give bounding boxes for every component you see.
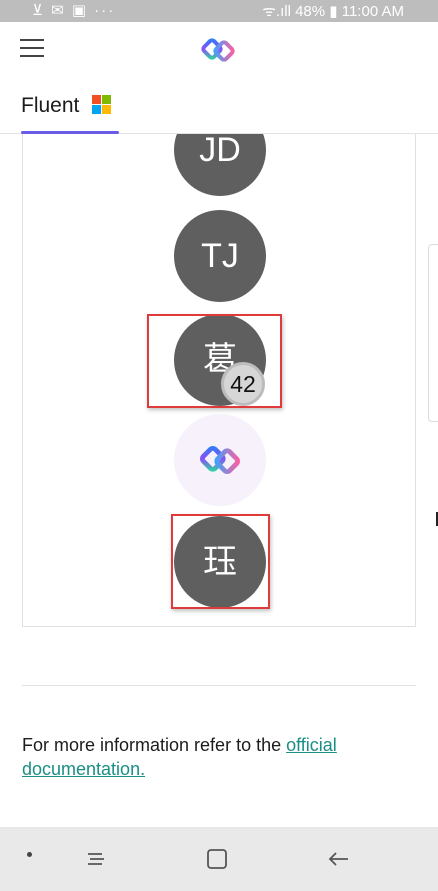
hamburger-menu-icon[interactable] bbox=[20, 39, 44, 59]
footer-text: For more information refer to the bbox=[22, 735, 287, 755]
home-icon[interactable] bbox=[199, 841, 235, 877]
status-right: ᯤ.ıll 48% ▮ 11:00 AM bbox=[262, 1, 404, 21]
battery-icon: ▮ bbox=[329, 3, 338, 20]
system-nav-bar bbox=[0, 827, 438, 891]
back-icon[interactable] bbox=[321, 841, 357, 877]
fluent-logo-icon bbox=[201, 38, 235, 62]
clock: 11:00 AM bbox=[341, 3, 404, 20]
side-panel-peek bbox=[428, 244, 438, 422]
focus-highlight-box bbox=[171, 514, 270, 609]
recent-apps-icon[interactable] bbox=[78, 841, 114, 877]
avatar-tj[interactable]: TJ bbox=[174, 210, 266, 302]
battery-level: 48% bbox=[295, 3, 326, 20]
avatar-jd[interactable]: JD bbox=[174, 134, 266, 196]
microsoft-logo-icon bbox=[91, 94, 111, 114]
avatar-image[interactable] bbox=[174, 414, 266, 506]
notification-icons: ⊻ ✉ ▣ ··· bbox=[32, 2, 116, 19]
tab-fluent[interactable]: Fluent bbox=[21, 94, 111, 134]
dot-icon bbox=[27, 852, 32, 857]
focus-highlight-box bbox=[147, 314, 282, 408]
avatar-demo-card: JD TJ 葛 42 珏 bbox=[22, 134, 416, 627]
status-bar: ⊻ ✉ ▣ ··· ᯤ.ıll 48% ▮ 11:00 AM bbox=[0, 0, 438, 22]
signal-icon: ᯤ.ıll bbox=[262, 3, 291, 20]
fluent-logo-icon bbox=[200, 446, 240, 474]
tab-label: Fluent bbox=[21, 94, 80, 117]
tab-strip: Fluent bbox=[0, 90, 438, 134]
section-divider bbox=[22, 685, 416, 686]
app-bar bbox=[0, 22, 438, 78]
footer-info: For more information refer to the offici… bbox=[22, 733, 402, 781]
